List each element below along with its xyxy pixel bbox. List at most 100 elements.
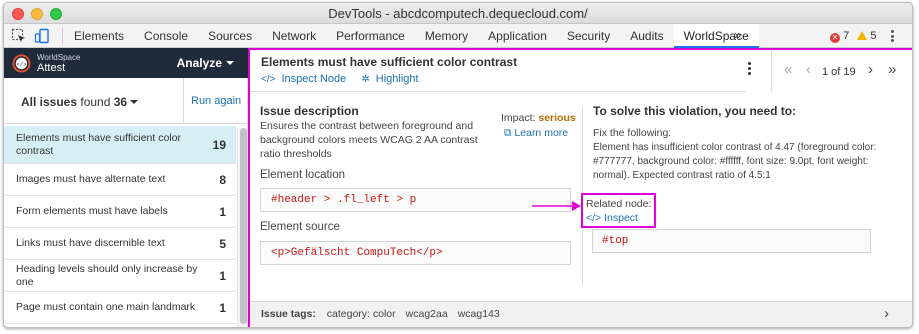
tab-elements[interactable]: Elements (64, 24, 134, 48)
issue-header: Elements must have sufficient color cont… (250, 50, 746, 92)
code-icon: </> (261, 74, 276, 85)
related-node-label: Related node: (586, 198, 652, 210)
found-label: found (80, 95, 111, 109)
devtools-window: DevTools - abcdcomputech.dequecloud.com/… (3, 2, 913, 328)
tab-network[interactable]: Network (262, 24, 326, 48)
issue-name: Form elements must have labels (16, 205, 168, 217)
pager-status: 1 of 19 (822, 66, 856, 78)
issue-list-scrollbar[interactable] (237, 128, 247, 327)
devtools-tabs: Elements Console Sources Network Performance… (64, 24, 759, 48)
impact-label: Impact: serious (501, 112, 576, 124)
run-again-button[interactable]: Run again (191, 95, 241, 107)
tab-memory[interactable]: Memory (415, 24, 478, 48)
issue-count: 19 (212, 137, 226, 152)
next-page-button[interactable]: › (868, 61, 873, 78)
annotation-arrow-icon (532, 201, 581, 211)
kebab-menu-icon[interactable] (891, 30, 894, 42)
related-inspect-link[interactable]: </> Inspect (586, 212, 654, 224)
issue-name: Page must contain one main landmark (16, 301, 196, 313)
issue-list: Elements must have sufficient color cont… (4, 126, 236, 324)
caret-down-icon (130, 100, 139, 104)
element-source-code[interactable]: <p>Gefälscht CompuTech</p> (260, 241, 571, 265)
related-node-highlight: Related node: </> Inspect (581, 193, 656, 228)
tab-security[interactable]: Security (557, 24, 620, 48)
issues-summary-bar: All issues found 36 Run again (4, 78, 248, 124)
tab-worldspace[interactable]: WorldSpace (673, 24, 759, 48)
fix-title: Fix the following: (593, 127, 672, 139)
issue-name: Images must have alternate text (16, 173, 166, 185)
issue-name: Links must have discernible text (16, 237, 165, 249)
issue-tags-bar: Issue tags: category: color wcag2aa wcag14… (250, 301, 912, 327)
issue-tag: category: color (326, 308, 396, 320)
issue-title: Elements must have sufficient color cont… (261, 55, 518, 69)
prev-page-button[interactable]: ‹ (806, 61, 811, 78)
caret-down-icon (226, 61, 234, 65)
scrollbar-thumb[interactable] (240, 128, 247, 324)
svg-text:</>: </> (16, 61, 27, 68)
highlight-link[interactable]: ✲ Highlight (361, 73, 424, 85)
issue-name: Heading levels should only increase by o… (16, 262, 198, 288)
found-count: 36 (113, 95, 128, 109)
worldspace-logo-icon: </> (12, 54, 31, 73)
console-counts[interactable]: ✕ 7 5 (830, 24, 876, 48)
issue-list-item[interactable]: Form elements must have labels 1 (4, 196, 236, 228)
tags-label: Issue tags: (261, 308, 316, 320)
issue-count: 5 (219, 236, 226, 251)
issue-tag: wcag2aa (405, 308, 448, 320)
issue-detail-panel: Elements must have sufficient color cont… (248, 48, 912, 327)
issue-tag: wcag143 (457, 308, 500, 320)
element-location-code[interactable]: #header > .fl_left > p (260, 188, 571, 212)
tab-sources[interactable]: Sources (198, 24, 262, 48)
code-icon: </> (586, 212, 602, 224)
brand-bar: </> WorldSpace Attest Analyze (4, 48, 248, 78)
external-link-icon: ⧉ (504, 127, 512, 139)
pager-divider (771, 50, 772, 92)
description-title: Issue description (260, 104, 359, 118)
fix-text: Element has insufficient color contrast … (593, 142, 877, 181)
issue-list-item[interactable]: Heading levels should only increase by o… (4, 260, 236, 292)
device-toggle-icon[interactable] (34, 28, 50, 44)
issues-sidebar: </> WorldSpace Attest Analyze All issues… (4, 48, 248, 327)
issue-name: Elements must have sufficient color cont… (16, 131, 181, 157)
error-count: 7 (843, 30, 850, 42)
issue-list-item[interactable]: Links must have discernible text 5 (4, 228, 236, 260)
issue-count: 1 (219, 300, 226, 315)
divider (183, 78, 184, 124)
tags-list: Issue tags: category: color wcag2aa wcag14… (261, 308, 510, 320)
learn-more-link[interactable]: ⧉ Learn more (504, 127, 568, 140)
analyze-label: Analyze (176, 56, 222, 70)
element-location-label: Element location (260, 169, 346, 181)
first-page-button[interactable]: « (784, 61, 792, 78)
chevron-right-icon[interactable]: › (884, 305, 889, 322)
description-text: Ensures the contrast between foreground … (260, 120, 478, 160)
devtools-tab-bar: Elements Console Sources Network Performance… (4, 24, 912, 48)
related-node-code[interactable]: #top (592, 229, 871, 253)
issue-count: 8 (219, 172, 226, 187)
issues-filter-dropdown[interactable]: All issues found 36 (21, 95, 139, 109)
title-bar: DevTools - abcdcomputech.dequecloud.com/ (4, 3, 912, 24)
window-title: DevTools - abcdcomputech.dequecloud.com/ (328, 6, 588, 21)
issue-count: 1 (219, 204, 226, 219)
inspect-node-link[interactable]: </> Inspect Node (261, 73, 352, 85)
warning-count: 5 (870, 30, 877, 42)
issue-list-item[interactable]: Page must contain one main landmark 1 (4, 292, 236, 324)
tab-performance[interactable]: Performance (326, 24, 415, 48)
issue-count: 1 (219, 268, 226, 283)
issue-list-item[interactable]: Images must have alternate text 8 (4, 164, 236, 196)
element-source-label: Element source (260, 221, 340, 233)
issue-list-item[interactable]: Elements must have sufficient color cont… (4, 126, 236, 164)
highlight-icon: ✲ (361, 74, 370, 85)
inspect-element-icon[interactable] (11, 28, 27, 44)
issue-actions: </> Inspect Node ✲ Highlight (261, 73, 431, 85)
error-icon: ✕ (830, 33, 840, 43)
tab-audits[interactable]: Audits (620, 24, 673, 48)
all-issues-label: All issues (21, 95, 78, 109)
solve-title: To solve this violation, you need to: (593, 104, 797, 118)
analyze-menu[interactable]: Analyze (177, 56, 234, 70)
warning-icon (857, 31, 868, 40)
tab-application[interactable]: Application (478, 24, 557, 48)
issue-menu-icon[interactable] (748, 62, 752, 77)
tab-console[interactable]: Console (134, 24, 198, 48)
last-page-button[interactable]: » (888, 61, 896, 78)
more-tabs-button[interactable]: » (734, 24, 741, 46)
